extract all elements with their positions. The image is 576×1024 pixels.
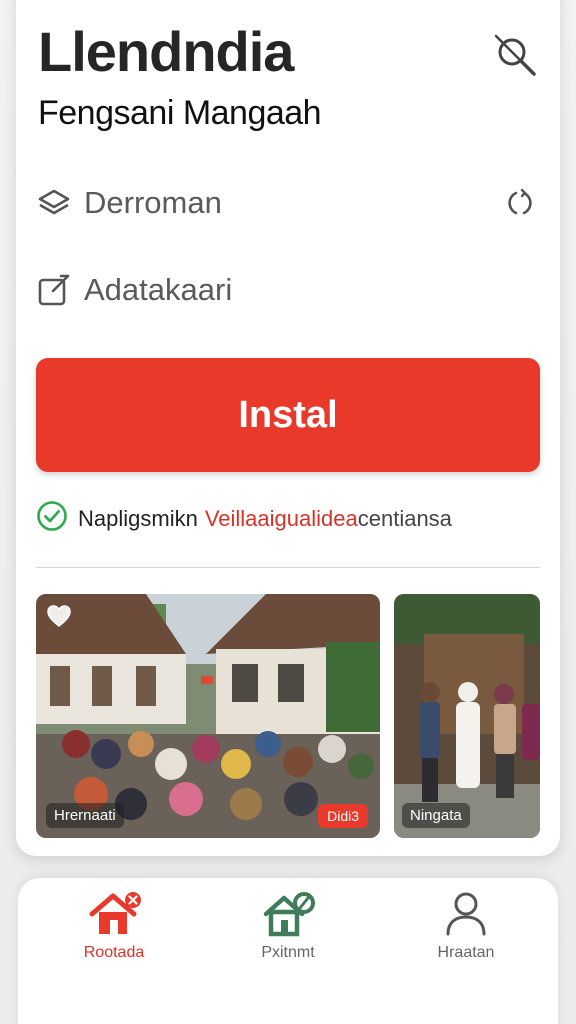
tab-hraatan[interactable]: Hraatan xyxy=(396,890,536,976)
app-subtitle: Fengsani Mangaah xyxy=(38,94,322,132)
tab-label: Pxitnmt xyxy=(261,944,315,961)
tab-pxitnmt[interactable]: Pxitnmt xyxy=(218,890,358,976)
tab-label: Hraatan xyxy=(437,944,495,961)
crowd-photo-image xyxy=(36,594,380,838)
edit-icon xyxy=(36,272,72,308)
app-card: Llendndia Fengsani Mangaah Derroman Adat… xyxy=(16,0,560,856)
verified-notice: Napligsmikn Veillaaigualidea centiansa xyxy=(36,500,540,538)
gallery-photo-group[interactable]: Ningata xyxy=(394,594,540,838)
check-circle-icon xyxy=(36,500,68,538)
verified-text-suffix: centiansa xyxy=(357,506,452,531)
photo-caption: Hrernaati xyxy=(46,803,124,828)
gallery-photo-crowd[interactable]: Hrernaati Didi3 xyxy=(36,594,380,838)
photo-caption: Ningata xyxy=(402,803,470,828)
install-button[interactable]: Instal xyxy=(36,358,540,472)
sync-icon[interactable] xyxy=(500,183,540,223)
menu-item-label: Adatakaari xyxy=(84,272,233,307)
user-icon xyxy=(436,890,496,938)
bottom-tab-bar: Rootada Pxitnmt Hraatan xyxy=(18,878,558,1024)
photo-badge: Didi3 xyxy=(318,804,368,828)
menu-item-label: Derroman xyxy=(84,185,222,220)
search-icon xyxy=(492,32,540,85)
home-icon xyxy=(84,890,144,938)
menu-item-adatakaari[interactable]: Adatakaari xyxy=(36,262,540,318)
search-button[interactable] xyxy=(490,32,542,84)
favorite-heart-icon[interactable] xyxy=(46,604,72,628)
verified-text: Napligsmikn xyxy=(78,506,198,531)
verified-link[interactable]: Veillaaigualidea xyxy=(205,506,358,532)
group-photo-image xyxy=(394,594,540,838)
app-screen: Llendndia Fengsani Mangaah Derroman Adat… xyxy=(0,0,576,1024)
layers-icon xyxy=(36,185,72,221)
app-title: Llendndia xyxy=(38,20,294,83)
tab-label: Rootada xyxy=(83,944,145,961)
screenshot-gallery[interactable]: Hrernaati Didi3 Ningata xyxy=(36,594,540,838)
tab-rootada[interactable]: Rootada xyxy=(44,890,184,976)
building-icon xyxy=(258,890,318,938)
menu-item-derroman[interactable]: Derroman xyxy=(36,175,540,231)
divider xyxy=(36,567,540,568)
